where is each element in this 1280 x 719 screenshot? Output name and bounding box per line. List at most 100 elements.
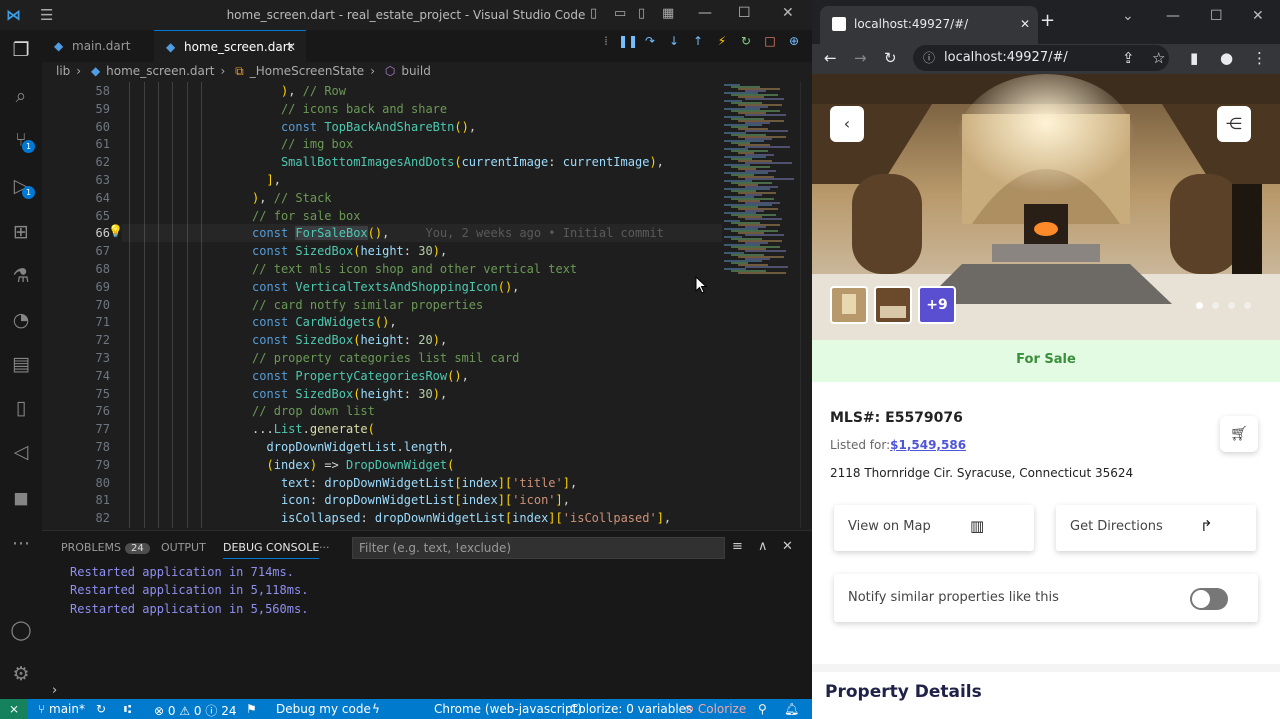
close-panel-icon[interactable]: ✕	[782, 539, 793, 554]
colorize-variables[interactable]: Colorize: 0 variables	[570, 702, 692, 716]
code-line[interactable]: // drop down list	[122, 402, 375, 420]
device-icon[interactable]: ▯	[7, 394, 35, 422]
code-line[interactable]: SmallBottomImagesAndDots(currentImage: c…	[122, 153, 664, 171]
code-line[interactable]: ...List.generate(	[122, 420, 375, 438]
code-line[interactable]: const ForSaleBox(), You, 2 weeks ago • I…	[122, 224, 722, 243]
back-button[interactable]: ‹	[830, 106, 864, 142]
code-editor[interactable]: 58 59 60 61 62 63 64 65 66 67 68 69 70 71 72 73 74 75 76 77…	[42, 82, 812, 528]
testing-icon[interactable]: ⚗	[7, 262, 35, 290]
step-out-icon[interactable]: ↑	[690, 34, 706, 48]
gitlens-icon[interactable]: ◔	[7, 306, 35, 334]
code-line[interactable]: const SizedBox(height: 20),	[122, 331, 447, 349]
console-filter-input[interactable]: Filter (e.g. text, !exclude)	[352, 537, 725, 559]
code-line[interactable]: const SizedBox(height: 30),	[122, 242, 447, 260]
tab-home-screen-dart[interactable]: ◆ home_screen.dart ✕	[154, 30, 306, 62]
explorer-icon[interactable]: ❐	[7, 36, 35, 64]
breadcrumb-item[interactable]: lib	[56, 64, 70, 78]
clear-console-icon[interactable]: ≡	[732, 539, 743, 554]
toggle-secondary-sidebar-icon[interactable]: ▯	[638, 6, 645, 21]
share-page-icon[interactable]: ⇪	[1122, 49, 1135, 67]
tab-main-dart[interactable]: ◆ main.dart	[42, 30, 154, 62]
side-panel-icon[interactable]: ▮	[1190, 49, 1198, 67]
breadcrumb-item[interactable]: build	[401, 64, 431, 78]
remote-indicator-icon[interactable]: ⨯	[0, 699, 28, 719]
sync-icon[interactable]: ↻	[96, 702, 106, 716]
code-line[interactable]: const VerticalTextsAndShoppingIcon(),	[122, 278, 519, 296]
code-line[interactable]: // card notfy similar properties	[122, 296, 483, 314]
code-line[interactable]: ), // Stack	[122, 189, 331, 207]
search-icon[interactable]: ⌕	[7, 82, 35, 110]
browser-tab[interactable]: localhost:49927/#/ ✕	[820, 6, 1038, 44]
carousel-dot[interactable]	[1212, 302, 1219, 309]
panel-more-icon[interactable]: ···	[319, 541, 330, 554]
live-share-icon[interactable]: ⚲	[758, 702, 767, 716]
extensions-icon[interactable]: ⊞	[7, 218, 35, 246]
tab-output[interactable]: OUTPUT	[161, 541, 206, 554]
code-line[interactable]: // text mls icon shop and other vertical…	[122, 260, 577, 278]
problems-indicator[interactable]: ⊗ 0 ⚠ 0 ⓘ 24	[154, 702, 236, 719]
code-line[interactable]: const TopBackAndShareBtn(),	[122, 118, 476, 136]
maximize-icon[interactable]: ☐	[1210, 8, 1223, 24]
step-over-icon[interactable]: ↷	[642, 34, 658, 48]
tab-problems[interactable]: PROBLEMS 24	[61, 541, 150, 554]
stop-icon[interactable]: □	[762, 34, 778, 48]
code-line[interactable]: (index) => DropDownWidget(	[122, 456, 455, 474]
code-line[interactable]: // icons back and share	[122, 100, 447, 118]
inspect-widget-icon[interactable]: ⊕	[786, 34, 802, 48]
code-line[interactable]: ],	[122, 171, 281, 189]
toggle-panel-icon[interactable]: ▭	[614, 6, 626, 21]
lightbulb-icon[interactable]: 💡	[108, 224, 123, 238]
settings-gear-icon[interactable]: ⚙	[7, 660, 35, 688]
breadcrumb-item[interactable]: _HomeScreenState	[250, 64, 364, 78]
code-line[interactable]: ), // Row	[122, 82, 346, 100]
bookmark-star-icon[interactable]: ☆	[1152, 49, 1165, 67]
drag-handle-icon[interactable]: ⁞	[598, 34, 614, 48]
get-directions-card[interactable]: Get Directions ↱	[1056, 505, 1256, 551]
minimize-icon[interactable]: —	[698, 5, 712, 21]
browser-menu-icon[interactable]: ⋮	[1252, 49, 1267, 67]
carousel-dot[interactable]	[1196, 302, 1203, 309]
restart-icon[interactable]: ↻	[738, 34, 754, 48]
notifications-bell-icon[interactable]: 🔔︎	[784, 702, 799, 716]
run-debug-icon[interactable]: ▷ 1	[7, 172, 35, 200]
remote-explorer-icon[interactable]: ▤	[7, 350, 35, 378]
code-line[interactable]: // for sale box	[122, 207, 360, 225]
tab-search-icon[interactable]: ⌄	[1122, 8, 1134, 24]
minimize-icon[interactable]: —	[1166, 8, 1180, 24]
more-images-thumbnail[interactable]: +9	[918, 286, 956, 324]
maximize-icon[interactable]: ☐	[738, 5, 751, 21]
code-line[interactable]: text: dropDownWidgetList[index]['title']…	[122, 474, 577, 492]
price-link[interactable]: $1,549,586	[890, 438, 966, 452]
code-line[interactable]: const CardWidgets(),	[122, 313, 397, 331]
property-image-carousel[interactable]: ‹ ⋲ +9	[812, 74, 1280, 340]
maximize-panel-icon[interactable]: ∧	[758, 539, 768, 554]
editor-scrollbar[interactable]	[800, 82, 812, 528]
branch-indicator[interactable]: ⑂ main*	[38, 702, 85, 716]
close-tab-icon[interactable]: ✕	[286, 31, 296, 63]
reload-icon[interactable]: ↻	[884, 49, 897, 67]
device-selector[interactable]: Chrome (web-javascript)	[434, 702, 582, 716]
code-line[interactable]: const PropertyCategoriesRow(),	[122, 367, 469, 385]
code-line[interactable]: const SizedBox(height: 30),	[122, 385, 447, 403]
image-thumbnail[interactable]	[874, 286, 912, 324]
carousel-dot[interactable]	[1244, 302, 1251, 309]
code-line[interactable]: // img box	[122, 135, 353, 153]
close-window-icon[interactable]: ✕	[1252, 8, 1264, 24]
shopping-cart-button[interactable]: 🛒︎	[1220, 416, 1258, 452]
view-on-map-card[interactable]: View on Map ▥	[834, 505, 1034, 551]
console-prompt-icon[interactable]: ›	[52, 683, 57, 698]
code-line[interactable]: isCollapsed: dropDownWidgetList[index]['…	[122, 509, 671, 527]
source-control-icon[interactable]: ⑂ 1	[7, 126, 35, 154]
close-window-icon[interactable]: ✕	[782, 5, 794, 21]
breadcrumb-item[interactable]: home_screen.dart	[106, 64, 214, 78]
back-icon[interactable]: ←	[824, 49, 837, 67]
close-tab-icon[interactable]: ✕	[1020, 6, 1030, 42]
new-tab-icon[interactable]: +	[1040, 10, 1055, 31]
colorize-toggle[interactable]: ⊘ Colorize	[684, 702, 746, 716]
tab-debug-console[interactable]: DEBUG CONSOLE	[223, 541, 320, 559]
docker-icon[interactable]: ◼	[7, 484, 35, 512]
carousel-dot[interactable]	[1228, 302, 1235, 309]
toggle-sidebar-icon[interactable]: ▯	[590, 6, 597, 21]
profile-icon[interactable]: ●	[1220, 49, 1233, 67]
customize-layout-icon[interactable]: ▦	[662, 6, 674, 21]
